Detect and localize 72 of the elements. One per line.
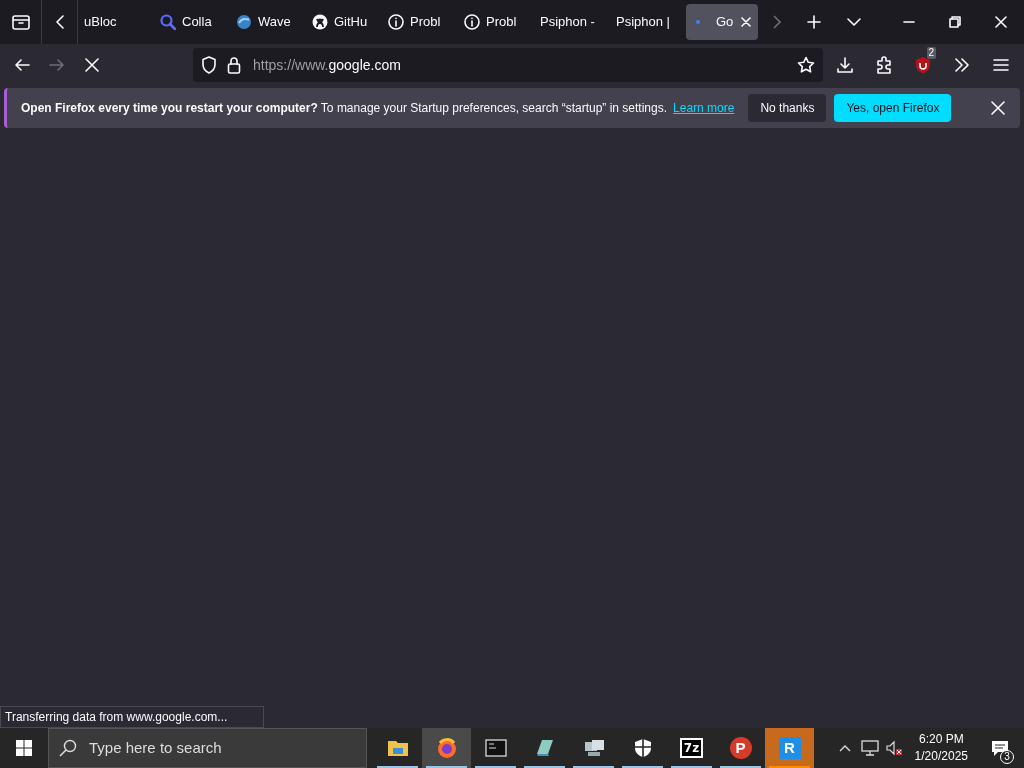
notification-count: 3 (1000, 750, 1014, 764)
address-bar[interactable]: https://www.google.com (193, 48, 824, 82)
clock-date: 1/20/2025 (914, 748, 968, 765)
tab-title: Probl (410, 13, 441, 32)
tab-title: Probl (486, 13, 517, 32)
windows-icon (16, 740, 32, 756)
tab[interactable]: Psiphon | (610, 4, 684, 40)
tab-title: GitHu (334, 13, 368, 32)
menu-icon (992, 58, 1009, 72)
tab-title: Go (716, 13, 734, 32)
box-glyph-icon: 7z (679, 738, 704, 758)
badge-count: 2 (926, 47, 937, 59)
tray-icon (11, 14, 30, 30)
tab[interactable]: Colla (154, 4, 228, 40)
url-text: https://www.google.com (253, 55, 401, 75)
lock-icon (227, 56, 241, 74)
info-icon (464, 14, 480, 30)
shield-logo-icon (914, 56, 931, 74)
chevron-right-icon (773, 15, 781, 29)
close-icon (83, 57, 100, 73)
tab-title: Psiphon | (616, 13, 670, 32)
circle-glyph-icon: P (729, 737, 752, 759)
terminal-icon (484, 737, 507, 759)
computers-icon (582, 737, 605, 759)
ublock-button[interactable]: 2 (905, 49, 941, 81)
tab[interactable]: Go (686, 4, 758, 40)
search-box[interactable]: Type here to search (48, 728, 367, 768)
chevron-down-icon (847, 18, 861, 26)
tab-title: Colla (182, 13, 212, 32)
taskbar-app[interactable]: 7z (667, 728, 716, 768)
no-thanks-button[interactable]: No thanks (748, 94, 827, 122)
tab[interactable]: GitHu (306, 4, 380, 40)
download-icon (835, 56, 854, 74)
star-icon[interactable] (797, 56, 816, 74)
puzzle-icon (874, 56, 893, 74)
chevron-up-icon (838, 744, 851, 752)
tab[interactable]: Psiphon - (534, 4, 608, 40)
status-panel: Transferring data from www.google.com... (0, 706, 264, 728)
tab[interactable]: uBloc (78, 4, 152, 40)
close-icon (995, 16, 1007, 28)
info-icon (388, 14, 404, 30)
chevron-left-icon (54, 14, 65, 30)
plus-icon (807, 15, 821, 29)
restore-icon (949, 16, 961, 28)
clock[interactable]: 6:20 PM 1/20/2025 (908, 731, 974, 765)
double-chevron-icon (953, 58, 970, 72)
muted-speaker-icon[interactable] (884, 740, 903, 756)
tab-title: Wave (258, 13, 291, 32)
taskbar-app[interactable]: P (716, 728, 765, 768)
tab-title: uBloc (84, 13, 117, 32)
clock-time: 6:20 PM (918, 731, 964, 748)
loading-icon (696, 20, 700, 24)
search-icon (59, 739, 77, 757)
close-tab-button[interactable] (739, 15, 752, 29)
tab[interactable]: Probl (382, 4, 456, 40)
notification-message: Open Firefox every time you restart your computer? To manage your Startup preferences, search “startup” in settings. (21, 100, 668, 117)
tab[interactable]: Probl (458, 4, 532, 40)
action-center-button[interactable]: 3 (980, 728, 1020, 768)
open-firefox-button[interactable]: Yes, open Firefox (834, 94, 952, 122)
search-icon (160, 14, 176, 30)
learn-more-link[interactable]: Learn more (673, 99, 735, 117)
arrow-left-icon (13, 57, 30, 73)
search-placeholder: Type here to search (89, 737, 222, 758)
tab-title: Psiphon - (540, 13, 595, 32)
shield-icon (201, 56, 217, 74)
close-icon (991, 101, 1005, 115)
tab[interactable]: Wave (230, 4, 304, 40)
arrow-right-icon (48, 57, 65, 73)
square-glyph-icon: R (778, 737, 801, 759)
network-icon[interactable] (860, 740, 879, 756)
globe-icon (236, 14, 252, 30)
close-icon (740, 17, 751, 27)
